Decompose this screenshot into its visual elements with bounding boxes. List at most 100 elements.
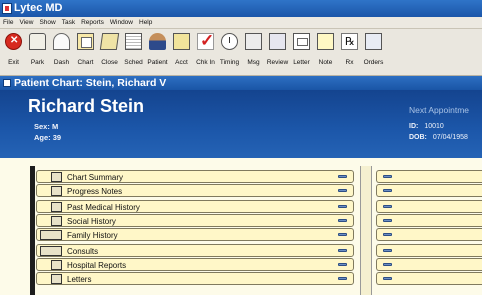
note-button[interactable]: Note: [315, 33, 336, 73]
section-letters[interactable]: Letters: [36, 272, 354, 285]
letter-button[interactable]: Letter: [291, 33, 312, 73]
close-chart-icon: [99, 33, 120, 50]
letters-icon: [51, 274, 62, 284]
prescription-icon: [341, 33, 358, 50]
right-tab[interactable]: [376, 272, 482, 285]
msg-label: Msg: [247, 59, 260, 66]
account-icon: [173, 33, 190, 50]
chart-content: Chart Summary Progress Notes Past Medica…: [0, 158, 482, 295]
note-icon: [317, 33, 334, 50]
timing-button[interactable]: Timing: [219, 33, 240, 73]
hospital-reports-icon: [51, 260, 62, 270]
patient-name: Richard Stein: [28, 96, 145, 116]
orders-button[interactable]: Orders: [363, 33, 384, 73]
dob-value: 07/04/1958: [432, 134, 468, 141]
section-progress-notes[interactable]: Progress Notes: [36, 184, 354, 197]
patient-id: ID: 10010: [409, 123, 444, 130]
acct-button[interactable]: Acct: [171, 33, 192, 73]
menu-bar: File View Show Task Reports Window Help: [0, 17, 482, 29]
dashboard-icon: [53, 33, 70, 50]
right-tab[interactable]: [376, 214, 482, 227]
menu-window[interactable]: Window: [107, 17, 136, 29]
patient-chart-title: Patient Chart: Stein, Richard V: [14, 77, 167, 89]
review-button[interactable]: Review: [267, 33, 288, 73]
right-tab[interactable]: [376, 170, 482, 183]
panel-divider[interactable]: [360, 166, 372, 295]
expand-handle[interactable]: [383, 263, 392, 266]
patient-chart-titlebar: Patient Chart: Stein, Richard V: [0, 76, 482, 90]
app-logo-icon: [2, 3, 12, 14]
menu-file[interactable]: File: [0, 17, 16, 29]
menu-task[interactable]: Task: [59, 17, 78, 29]
right-tab[interactable]: [376, 200, 482, 213]
msg-button[interactable]: Msg: [243, 33, 264, 73]
close-button[interactable]: Close: [99, 33, 120, 73]
expand-handle[interactable]: [383, 249, 392, 252]
section-label: Social History: [67, 217, 116, 226]
menu-view[interactable]: View: [16, 17, 36, 29]
timing-icon: [221, 33, 238, 50]
exit-label: Exit: [8, 59, 19, 66]
expand-handle[interactable]: [383, 233, 392, 236]
patient-button[interactable]: Patient: [147, 33, 168, 73]
binder-spine: [30, 166, 35, 295]
park-label: Park: [30, 59, 45, 66]
section-family-history[interactable]: Family History: [36, 228, 354, 241]
patient-icon: [149, 33, 166, 50]
expand-handle[interactable]: [338, 249, 347, 252]
expand-handle[interactable]: [338, 189, 347, 192]
expand-handle[interactable]: [338, 263, 347, 266]
main-toolbar: Exit Park Dash Chart Close Sched Patient…: [0, 29, 482, 76]
right-tab[interactable]: [376, 258, 482, 271]
id-label: ID:: [409, 123, 419, 130]
patient-dob: DOB: 07/04/1958: [409, 134, 468, 141]
section-past-medical-history[interactable]: Past Medical History: [36, 200, 354, 213]
dash-label: Dash: [53, 59, 70, 66]
expand-handle[interactable]: [383, 205, 392, 208]
rx-button[interactable]: Rx: [339, 33, 360, 73]
exit-button[interactable]: Exit: [3, 33, 24, 73]
right-tab[interactable]: [376, 228, 482, 241]
patient-sex: Sex: M: [34, 122, 58, 131]
menu-show[interactable]: Show: [36, 17, 58, 29]
expand-handle[interactable]: [338, 205, 347, 208]
menu-help[interactable]: Help: [136, 17, 155, 29]
expand-handle[interactable]: [383, 277, 392, 280]
sched-button[interactable]: Sched: [123, 33, 144, 73]
expand-handle[interactable]: [338, 175, 347, 178]
check-in-label: Chk In: [196, 59, 215, 66]
chart-summary-icon: [51, 172, 62, 182]
sched-label: Sched: [124, 59, 143, 66]
orders-label: Orders: [363, 59, 384, 66]
section-label: Past Medical History: [67, 203, 140, 212]
review-label: Review: [266, 59, 289, 66]
expand-handle[interactable]: [383, 219, 392, 222]
expand-handle[interactable]: [338, 277, 347, 280]
medical-history-icon: [51, 202, 62, 212]
sex-label: Sex:: [34, 122, 50, 131]
section-hospital-reports[interactable]: Hospital Reports: [36, 258, 354, 271]
close-label: Close: [101, 59, 118, 66]
patient-header: Richard Stein Sex: M Age: 39 Next Appoin…: [0, 90, 482, 158]
section-social-history[interactable]: Social History: [36, 214, 354, 227]
section-chart-summary[interactable]: Chart Summary: [36, 170, 354, 183]
park-icon: [29, 33, 46, 50]
expand-handle[interactable]: [338, 233, 347, 236]
section-consults[interactable]: Consults: [36, 244, 354, 257]
park-button[interactable]: Park: [27, 33, 48, 73]
chart-button[interactable]: Chart: [75, 33, 96, 73]
expand-handle[interactable]: [383, 189, 392, 192]
check-in-button[interactable]: Chk In: [195, 31, 216, 73]
sex-value: M: [51, 122, 59, 131]
check-in-icon: [197, 31, 214, 51]
right-tab[interactable]: [376, 184, 482, 197]
dash-button[interactable]: Dash: [51, 33, 72, 73]
acct-label: Acct: [175, 59, 188, 66]
expand-handle[interactable]: [338, 219, 347, 222]
next-appointment-label: Next Appointme: [409, 105, 470, 115]
menu-reports[interactable]: Reports: [78, 17, 107, 29]
right-tab[interactable]: [376, 244, 482, 257]
chart-label: Chart: [77, 59, 94, 66]
patient-age: Age: 39: [34, 133, 61, 142]
expand-handle[interactable]: [383, 175, 392, 178]
